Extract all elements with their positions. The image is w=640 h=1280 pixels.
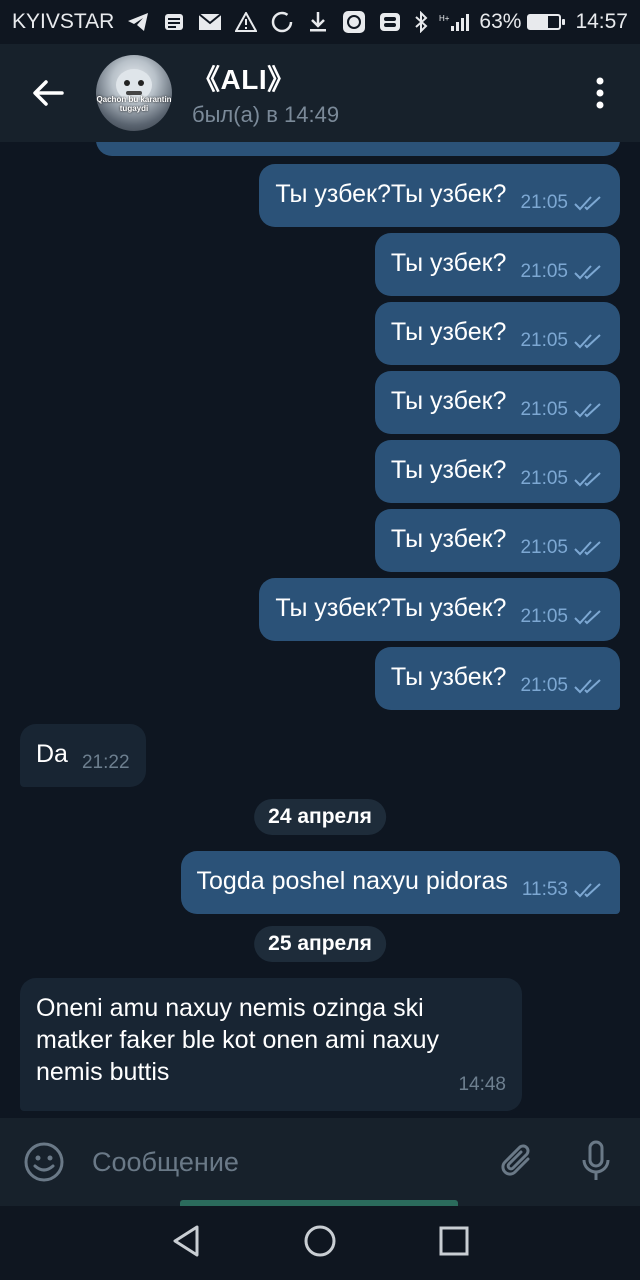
arrow-left-icon [33,80,64,106]
message-time: 21:05 [520,192,568,213]
message-bubble-partial[interactable] [96,142,620,156]
nav-recents-icon [439,1226,469,1255]
message-bubble-outgoing[interactable]: Togda poshel naxyu pidoras 11:53 [180,851,620,914]
double-check-icon [574,472,601,487]
double-check-icon [574,403,601,418]
system-nav-bar [0,1206,640,1280]
emoji-icon [24,1142,64,1182]
message-meta: 21:05 [520,187,604,219]
message-text: Togda poshel naxyu pidoras [196,867,508,895]
message-text: Ты узбек?Ты узбек? [275,180,507,208]
message-text: Ты узбек? [390,663,507,691]
message-bubble-outgoing[interactable]: Ты узбек?Ты узбек? 21:05 [259,164,620,227]
microphone-icon [582,1140,610,1180]
message-bubble-outgoing[interactable]: Ты узбек? 21:05 [374,302,620,365]
double-check-icon [574,196,601,211]
message-icon [162,10,186,34]
message-input[interactable]: Сообщение [92,1147,494,1178]
message-meta: 21:05 [520,601,604,633]
message-meta: 11:53 [522,874,604,906]
message-time: 21:05 [520,537,568,558]
message-time: 21:05 [520,468,568,489]
bluetooth-icon [409,10,433,34]
message-bubble-outgoing[interactable]: Ты узбек? 21:05 [374,371,620,434]
message-meta: 21:05 [520,325,604,357]
svg-text:H+: H+ [439,14,450,23]
battery-fill [529,16,549,28]
mail-icon [198,10,222,34]
emoji-button[interactable] [20,1138,68,1186]
message-time: 21:22 [81,752,130,773]
status-bar: KYIVSTAR H+ 63% 14:57 [0,0,640,44]
attach-button[interactable] [494,1138,542,1186]
message-meta: 21:05 [520,463,604,495]
message-time: 21:05 [520,399,568,420]
message-text: Ты узбек? [390,525,507,553]
nav-back-icon [173,1225,199,1256]
message-text: Da [36,740,68,768]
last-seen-status: был(а) в 14:49 [192,102,340,127]
paperclip-icon [501,1144,530,1176]
message-text: Ты узбек? [390,249,507,277]
message-text: Ты узбек?Ты узбек? [275,594,507,622]
message-bubble-outgoing[interactable]: Ты узбек? 21:05 [374,647,620,710]
double-check-icon [574,610,601,625]
message-bubble-outgoing[interactable]: Ты узбек?Ты узбек? 21:05 [259,578,620,641]
voice-button[interactable] [572,1138,620,1186]
more-options-button[interactable] [560,44,640,142]
avatar-caption: Qachon bu karantin tugaydi [96,95,172,113]
toggle-icon [378,10,402,34]
message-text: Ты узбек? [390,456,507,484]
avatar[interactable]: Qachon bu karantin tugaydi [96,55,172,131]
message-meta: 21:05 [520,394,604,426]
message-meta: 21:05 [520,670,604,702]
download-icon [306,10,330,34]
battery-icon [527,14,566,30]
message-list[interactable]: Ты узбек?Ты узбек? 21:05 Ты узбек? 21:05 Т… [0,142,640,1118]
nav-recents-button[interactable] [439,1226,469,1261]
message-bubble-incoming[interactable]: Da 21:22 [20,724,146,787]
battery-percent: 63% [479,10,522,33]
double-check-icon [574,265,601,280]
message-time: 21:05 [520,330,568,351]
message-bubble-outgoing[interactable]: Ты узбек? 21:05 [374,233,620,296]
app-icon [342,10,366,34]
message-time: 14:48 [458,1074,506,1095]
message-time: 11:53 [521,879,568,900]
message-text: Ты узбек? [390,387,507,415]
double-check-icon [574,541,601,556]
avatar-image [116,69,152,101]
nav-back-button[interactable] [171,1224,201,1263]
message-time: 21:05 [520,261,568,282]
clock: 14:57 [575,10,628,33]
chat-header: Qachon bu karantin tugaydi 《ALI》 был(а) … [0,44,640,142]
double-check-icon [574,334,601,349]
message-bubble-incoming[interactable]: Oneni amu naxuy nemis ozinga ski matker … [20,978,522,1111]
message-meta: 14:48 [458,1069,506,1101]
chat-title[interactable]: 《ALI》 был(а) в 14:49 [192,58,339,128]
message-text: Ты узбек? [390,318,507,346]
message-bubble-outgoing[interactable]: Ты узбек? 21:05 [374,440,620,503]
date-divider: 25 апреля [254,926,386,962]
message-bubble-outgoing[interactable]: Ты узбек? 21:05 [374,509,620,572]
carrier-label: KYIVSTAR [12,10,115,33]
telegram-icon [126,10,150,34]
more-vert-icon [596,77,604,109]
nav-home-icon [304,1225,336,1256]
double-check-icon [574,679,601,694]
date-divider: 24 апреля [254,799,386,835]
message-meta: 21:05 [520,256,604,288]
back-button[interactable] [0,44,96,142]
message-meta: 21:05 [520,532,604,564]
message-composer: Сообщение [0,1118,640,1206]
nav-home-button[interactable] [303,1224,337,1263]
message-meta: 21:22 [82,747,130,779]
signal-icon: H+ [439,10,473,34]
double-check-icon [574,883,601,898]
message-time: 21:05 [520,606,568,627]
circle-icon [270,10,294,34]
chat-name: 《ALI》 [192,64,296,95]
message-time: 21:05 [520,675,568,696]
warning-icon [234,10,258,34]
